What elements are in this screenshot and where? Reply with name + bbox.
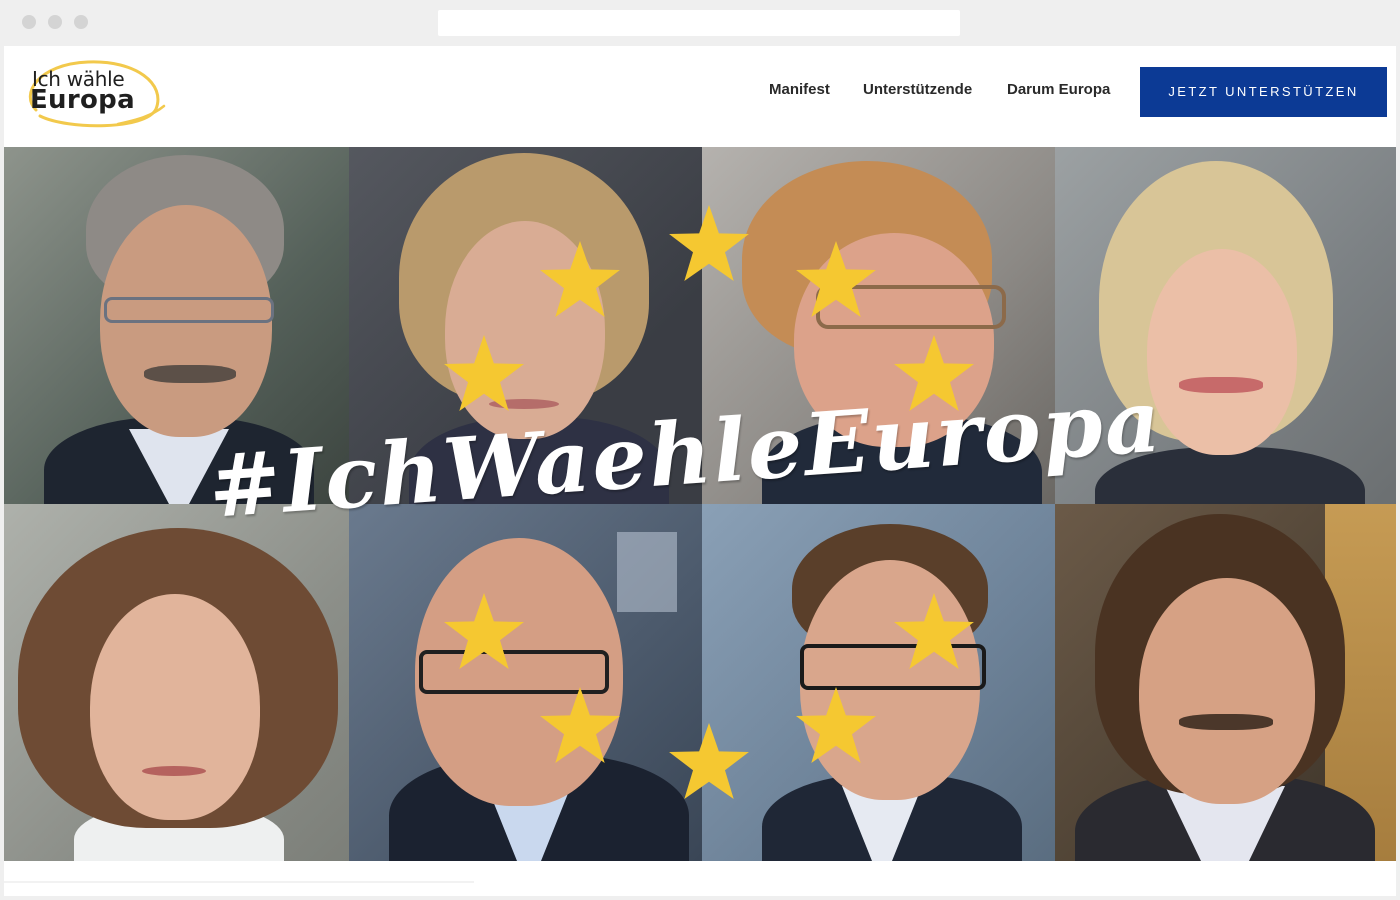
nav-item-darum-europa[interactable]: Darum Europa (1007, 81, 1110, 98)
page-viewport: Ich wähle Europa Manifest Unterstützende… (4, 46, 1396, 896)
window-maximize-dot[interactable] (74, 15, 88, 29)
eu-star-icon (669, 205, 749, 281)
eu-star-icon (894, 593, 974, 669)
site-logo[interactable]: Ich wähle Europa (18, 54, 168, 130)
logo-text-line2: Europa (30, 85, 135, 115)
eu-star-icon (796, 241, 876, 317)
below-hero-strip (4, 861, 1396, 896)
eu-star-icon (540, 241, 620, 317)
support-now-button[interactable]: JETZT UNTERSTÜTZEN (1140, 67, 1387, 117)
eu-star-icon (669, 723, 749, 799)
window-minimize-dot[interactable] (48, 15, 62, 29)
eu-star-icon (444, 593, 524, 669)
hero-portrait-collage: #IchWaehleEuropa (4, 147, 1396, 861)
nav-item-manifest[interactable]: Manifest (769, 81, 830, 98)
browser-chrome (0, 0, 1400, 46)
nav-item-unterstuetzende[interactable]: Unterstützende (863, 81, 972, 98)
eu-star-icon (444, 335, 524, 411)
eu-star-icon (796, 687, 876, 763)
eu-star-icon (540, 687, 620, 763)
address-bar[interactable] (438, 10, 960, 36)
divider (4, 881, 474, 883)
site-header: Ich wähle Europa Manifest Unterstützende… (4, 46, 1396, 147)
window-close-dot[interactable] (22, 15, 36, 29)
